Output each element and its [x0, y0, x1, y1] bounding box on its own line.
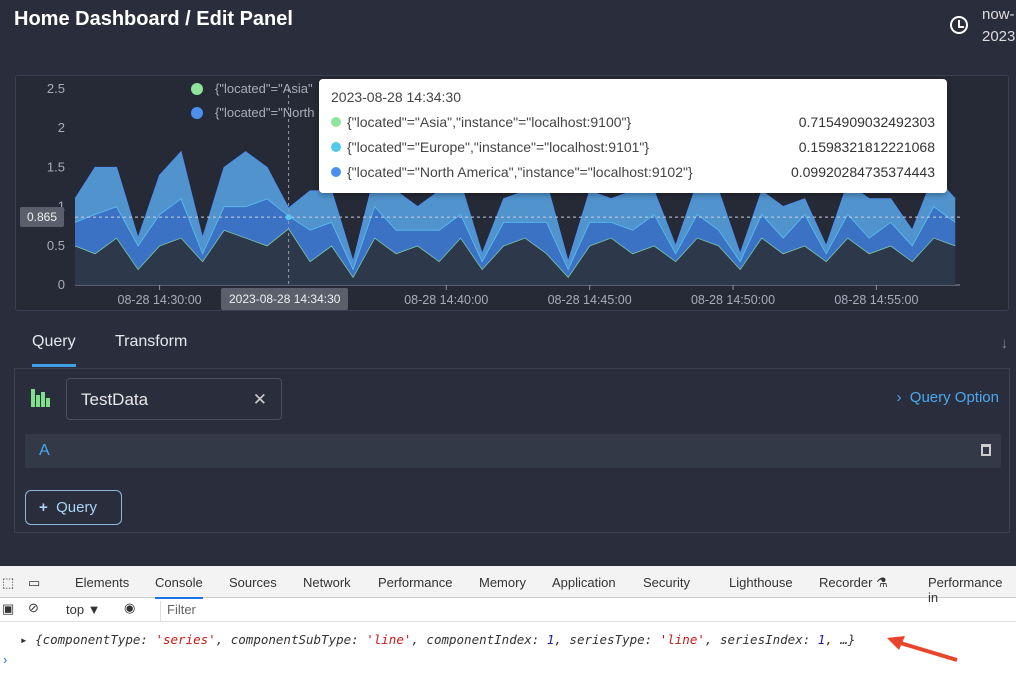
legend-marker: [191, 107, 203, 119]
editor-tabs: Query Transform ↓: [14, 325, 1010, 369]
plus-icon: +: [39, 499, 48, 516]
query-editor: TestData ✕ › Query Option A + Query: [14, 369, 1010, 533]
eye-icon[interactable]: ◉: [124, 600, 135, 616]
query-option-label: Query Option: [909, 389, 999, 406]
query-row-label: A: [39, 442, 50, 459]
datasource-icon: [31, 389, 51, 407]
datasource-select[interactable]: TestData ✕: [66, 378, 282, 420]
tooltip-value: 0.7154909032492303: [798, 114, 935, 130]
tooltip-row: {"located"="Asia","instance"="localhost:…: [331, 114, 935, 130]
clear-console-icon[interactable]: ⊘: [28, 600, 39, 616]
legend-marker: [191, 83, 203, 95]
devtools-tab[interactable]: Recorder ⚗: [819, 575, 888, 591]
tab-transform[interactable]: Transform: [115, 333, 187, 351]
x-tick-label: 08-28 14:30:00: [118, 293, 202, 307]
y-tick-label: 2: [58, 120, 65, 135]
y-tick-label: 0.5: [47, 238, 65, 253]
console-log-entry[interactable]: ▸ {componentType: 'series', componentSub…: [20, 632, 855, 647]
x-tick-label: 08-28 14:45:00: [548, 293, 632, 307]
devtools-tab[interactable]: Security: [643, 575, 690, 590]
tooltip-value: 0.1598321812221068: [798, 139, 935, 155]
y-tick-label: 2.5: [47, 81, 65, 96]
tab-query[interactable]: Query: [32, 333, 76, 367]
context-select[interactable]: top ▼: [66, 602, 101, 617]
hover-point: [285, 214, 292, 221]
device-toolbar-icon[interactable]: ▭: [28, 575, 40, 591]
devtools-tab[interactable]: Sources: [229, 575, 277, 590]
devtools-tabs: ⬚ ▭ Elements Console Sources Network Perform…: [0, 566, 1016, 605]
sidebar-toggle-icon[interactable]: ▣: [2, 601, 14, 617]
y-tick-label: 1.5: [47, 159, 65, 174]
close-icon[interactable]: ✕: [253, 390, 267, 410]
add-query-label: Query: [56, 499, 97, 516]
devtools-tab[interactable]: Memory: [479, 575, 526, 590]
console-toolbar: ▣ ⊘ top ▼ ◉ Filter: [0, 598, 1016, 622]
series-dot-icon: [331, 142, 341, 152]
query-option-button[interactable]: › Query Option: [896, 389, 999, 406]
crosshair-x-label: 2023-08-28 14:34:30: [221, 288, 349, 310]
arrow-down-icon[interactable]: ↓: [1001, 335, 1009, 352]
legend-label: {"located"="North: [215, 105, 315, 120]
devtools-tab[interactable]: Console: [155, 575, 203, 599]
tooltip-label: {"located"="Asia","instance"="localhost:…: [347, 114, 632, 130]
query-row-a[interactable]: A: [25, 434, 1001, 468]
tooltip-row: {"located"="Europe","instance"="localhos…: [331, 139, 935, 155]
devtools-tab[interactable]: Lighthouse: [729, 575, 793, 590]
trash-icon[interactable]: [981, 444, 991, 456]
inspect-icon[interactable]: ⬚: [2, 575, 14, 591]
y-tick-label: 0: [58, 277, 65, 292]
series-dot-icon: [331, 167, 341, 177]
legend-label: {"located"="Asia": [215, 81, 313, 96]
chart-tooltip: 2023-08-28 14:34:30 {"located"="Asia","i…: [319, 79, 947, 193]
filter-input[interactable]: Filter: [160, 601, 1010, 621]
datasource-name: TestData: [81, 390, 149, 409]
red-arrow-annotation: [887, 636, 958, 662]
tooltip-label: {"located"="North America","instance"="l…: [347, 164, 693, 180]
console-prompt[interactable]: ›: [3, 652, 7, 667]
series-dot-icon: [331, 117, 341, 127]
tooltip-row: {"located"="North America","instance"="l…: [331, 164, 935, 180]
devtools-tab[interactable]: Application: [552, 575, 616, 590]
devtools-tab[interactable]: Performance: [378, 575, 452, 590]
tooltip-label: {"located"="Europe","instance"="localhos…: [347, 139, 650, 155]
x-tick-label: 08-28 14:40:00: [404, 293, 488, 307]
crosshair-y-label: 0.865: [20, 207, 65, 227]
tooltip-title: 2023-08-28 14:34:30: [331, 89, 461, 105]
devtools-panel: ⬚ ▭ Elements Console Sources Network Perform…: [0, 566, 1016, 680]
x-tick-label: 08-28 14:50:00: [691, 293, 775, 307]
devtools-tab[interactable]: Network: [303, 575, 351, 590]
x-tick-label: 08-28 14:55:00: [834, 293, 918, 307]
devtools-tab[interactable]: Elements: [75, 575, 129, 590]
tooltip-value: 0.09920284735374443: [790, 164, 935, 180]
add-query-button[interactable]: + Query: [25, 490, 122, 525]
